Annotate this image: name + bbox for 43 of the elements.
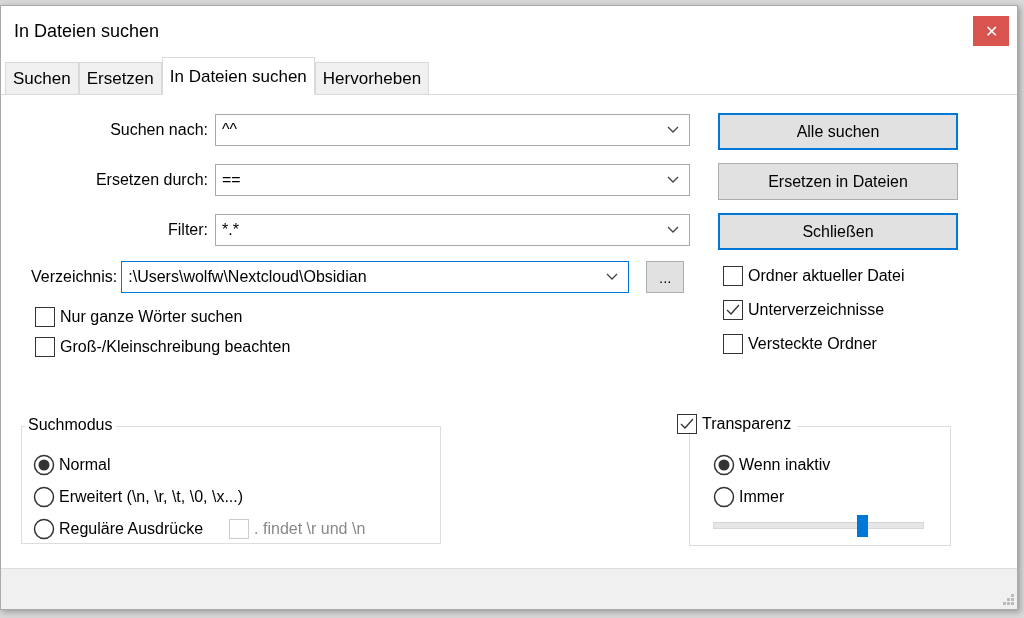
slider-thumb[interactable] — [857, 515, 869, 537]
window-title: In Dateien suchen — [14, 20, 160, 42]
combo-box[interactable]: *.* — [215, 214, 690, 246]
tab[interactable]: In Dateien suchen — [161, 57, 315, 95]
radio-button[interactable] — [713, 486, 735, 508]
checkbox-label: Transparenz — [702, 415, 792, 433]
checkbox[interactable] — [35, 337, 55, 357]
action-button[interactable]: Schließen — [718, 213, 958, 250]
field-label: Suchen nach: — [109, 121, 209, 139]
combo-box[interactable]: :\Users\wolfw\Nextcloud\Obsidian — [121, 261, 630, 293]
checkbox-label: Nur ganze Wörter suchen — [60, 308, 243, 326]
checkbox-label: Unterverzeichnisse — [748, 301, 885, 319]
action-button[interactable]: Ersetzen in Dateien — [718, 163, 958, 200]
resize-grip-icon[interactable] — [1002, 594, 1014, 606]
radio-button[interactable] — [33, 454, 55, 476]
close-button[interactable]: ✕ — [973, 16, 1009, 46]
field-label: Verzeichnis: — [31, 268, 119, 286]
checkbox[interactable] — [35, 307, 55, 327]
tab[interactable]: Hervorheben — [314, 62, 430, 94]
field-label: Ersetzen durch: — [94, 171, 209, 189]
field-label: Filter: — [167, 221, 209, 239]
combo-box[interactable]: ^^ — [215, 114, 690, 146]
checkbox-label: Ordner aktueller Datei — [748, 267, 905, 285]
tab[interactable]: Suchen — [5, 62, 79, 94]
checkbox[interactable] — [723, 266, 743, 286]
radio-label: Wenn inaktiv — [739, 456, 831, 474]
checkbox-label: Versteckte Ordner — [748, 335, 877, 353]
radio-label: Normal — [59, 456, 111, 474]
action-button[interactable]: Alle suchen — [718, 113, 958, 150]
radio-label: Immer — [739, 488, 785, 506]
checkbox-label: Groß-/Kleinschreibung beachten — [60, 338, 291, 356]
radio-label: Erweitert (\n, \r, \t, \0, \x...) — [59, 488, 244, 506]
combo-box[interactable]: == — [215, 164, 690, 196]
tab[interactable]: Ersetzen — [78, 62, 162, 94]
checkbox[interactable] — [723, 334, 743, 354]
checkbox[interactable] — [723, 300, 743, 320]
radio-button[interactable] — [33, 518, 55, 540]
browse-button[interactable]: ... — [646, 261, 685, 293]
radio-label: Reguläre Ausdrücke — [59, 520, 204, 538]
checkbox[interactable] — [677, 414, 697, 434]
radio-button[interactable] — [713, 454, 735, 476]
checkbox-label: . findet \r und \n — [254, 520, 366, 538]
radio-button[interactable] — [33, 486, 55, 508]
